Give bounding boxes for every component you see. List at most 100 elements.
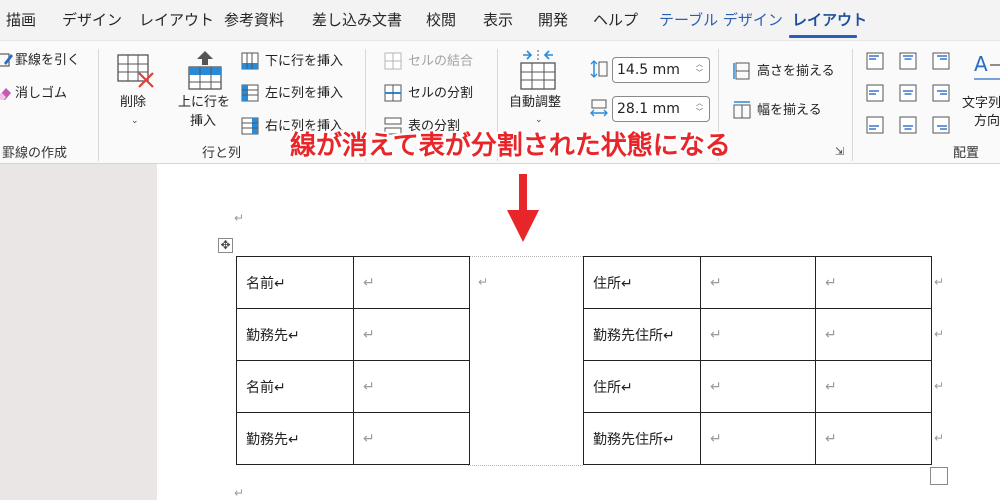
insert-below-button[interactable]: 下に行を挿入 [265, 53, 343, 71]
table-cell[interactable]: ↵ [815, 412, 932, 465]
dialog-launcher-icon[interactable]: ⇲ [835, 145, 844, 158]
table-cell[interactable]: 勤務先↵ [236, 412, 354, 465]
text-direction-line2[interactable]: 方向 [974, 113, 1000, 131]
autofit-button[interactable]: 自動調整 [509, 94, 561, 112]
align-group-label: 配置 [953, 146, 980, 161]
table-cell[interactable]: 住所↵ [583, 256, 701, 309]
insert-above-line1[interactable]: 上に行を [178, 94, 230, 112]
paragraph-mark: ↵ [234, 486, 245, 500]
align-middle-right-icon[interactable] [932, 84, 950, 102]
split-cells-button[interactable]: セルの分割 [408, 85, 473, 103]
align-top-left-icon[interactable] [866, 52, 884, 70]
draw-borders-button[interactable]: 罫線を引く [15, 52, 80, 70]
row-height-input[interactable]: 14.5 mm ︿ ﹀ [612, 57, 710, 83]
table-cell[interactable]: ↵ [700, 308, 816, 361]
align-bottom-center-icon[interactable] [899, 116, 917, 134]
row-height-value: 14.5 mm [617, 62, 680, 78]
tab-references[interactable]: 参考資料 [224, 10, 284, 30]
merge-cells-icon [384, 52, 402, 70]
tab-table-design[interactable]: テーブル デザイン [659, 10, 783, 30]
tab-help[interactable]: ヘルプ [593, 10, 638, 30]
separator [852, 49, 853, 161]
table-row: 勤務先住所↵ ↵ ↵ [583, 308, 932, 361]
split-cells-icon [384, 84, 402, 102]
table-cell[interactable]: 勤務先住所↵ [583, 412, 701, 465]
table-row: 勤務先↵ ↵ [236, 412, 470, 465]
annotation-caption: 線が消えて表が分割された状態になる [290, 131, 731, 161]
align-top-center-icon[interactable] [899, 52, 917, 70]
table-cell[interactable]: 名前↵ [236, 360, 354, 413]
insert-above-icon [188, 51, 222, 90]
insert-left-button[interactable]: 左に列を挿入 [265, 85, 343, 103]
table-cell[interactable]: ↵ [353, 360, 470, 413]
align-bottom-right-icon[interactable] [932, 116, 950, 134]
tab-developer[interactable]: 開発 [538, 10, 568, 30]
table-cell[interactable]: ↵ [700, 256, 816, 309]
table-row: 住所↵ ↵ ↵ [583, 360, 932, 413]
table-right: 住所↵ ↵ ↵ 勤務先住所↵ ↵ ↵ 住所↵ ↵ ↵ 勤務先住所↵ ↵ ↵ [583, 256, 932, 465]
tab-review[interactable]: 校閲 [426, 10, 456, 30]
ribbon-tab-bar: 描画 デザイン レイアウト 参考資料 差し込み文書 校閲 表示 開発 ヘルプ テ… [0, 0, 1000, 40]
table-row: 勤務先住所↵ ↵ ↵ [583, 412, 932, 465]
table-cell[interactable]: ↵ [353, 308, 470, 361]
text-direction-line1[interactable]: 文字列 [962, 95, 1000, 113]
align-middle-left-icon[interactable] [866, 84, 884, 102]
table-cell[interactable]: ↵ [353, 256, 470, 309]
document-margin [0, 164, 157, 500]
spin-arrows-icon[interactable]: ︿ ﹀ [696, 60, 703, 78]
delete-button[interactable]: 削除 [120, 94, 146, 112]
table-cell[interactable]: ↵ [700, 360, 816, 413]
distribute-columns-button[interactable]: 幅を揃える [757, 102, 822, 120]
align-bottom-left-icon[interactable] [866, 116, 884, 134]
table-move-handle-icon[interactable]: ✥ [218, 238, 233, 253]
eraser-icon [0, 88, 11, 100]
table-left: 名前↵ ↵ 勤務先↵ ↵ 名前↵ ↵ 勤務先↵ ↵ [236, 256, 470, 465]
table-cell[interactable]: 勤務先↵ [236, 308, 354, 361]
tab-design[interactable]: デザイン [62, 10, 122, 30]
tab-view[interactable]: 表示 [483, 10, 513, 30]
table-resize-handle[interactable] [930, 467, 948, 485]
chevron-down-icon[interactable]: ⌄ [131, 116, 139, 126]
row-end-mark: ↵ [934, 275, 945, 289]
tab-draw[interactable]: 描画 [6, 10, 36, 30]
chevron-down-icon[interactable]: ⌄ [535, 115, 543, 125]
merge-cells-button[interactable]: セルの結合 [408, 53, 473, 71]
table-cell[interactable]: ↵ [815, 308, 932, 361]
distribute-rows-button[interactable]: 高さを揃える [757, 63, 835, 81]
table-row: 名前↵ ↵ [236, 360, 470, 413]
insert-below-icon [241, 52, 259, 70]
column-width-value: 28.1 mm [617, 101, 680, 117]
separator [98, 49, 99, 161]
draw-group-label: 罫線の作成 [2, 146, 68, 161]
text-direction-icon: A [974, 52, 1000, 80]
insert-left-icon [241, 84, 259, 102]
insert-above-line2[interactable]: 挿入 [190, 113, 216, 131]
table-cell[interactable]: 名前↵ [236, 256, 354, 309]
spin-arrows-icon[interactable]: ︿ ﹀ [696, 99, 703, 117]
tab-mailings[interactable]: 差し込み文書 [312, 10, 402, 30]
table-row: 住所↵ ↵ ↵ [583, 256, 932, 309]
table-cell[interactable]: ↵ [815, 256, 932, 309]
table-cell[interactable]: 勤務先住所↵ [583, 308, 701, 361]
active-tab-indicator [789, 35, 857, 38]
distribute-columns-icon [733, 101, 751, 119]
table-cell[interactable]: ↵ [353, 412, 470, 465]
split-gap-paragraph [468, 256, 583, 466]
eraser-button[interactable]: 消しゴム [15, 85, 67, 103]
tab-layout[interactable]: レイアウト [139, 10, 214, 30]
pencil-icon [0, 53, 13, 67]
rows-cols-group-label: 行と列 [202, 146, 242, 161]
align-top-right-icon[interactable] [932, 52, 950, 70]
column-width-input[interactable]: 28.1 mm ︿ ﹀ [612, 96, 710, 122]
row-height-icon [590, 60, 608, 78]
paragraph-mark: ↵ [234, 211, 245, 225]
table-row: 勤務先↵ ↵ [236, 308, 470, 361]
autofit-icon [520, 50, 556, 90]
down-arrow-icon [507, 174, 539, 242]
table-cell[interactable]: ↵ [815, 360, 932, 413]
table-cell[interactable]: ↵ [700, 412, 816, 465]
table-row: 名前↵ ↵ [236, 256, 470, 309]
align-middle-center-icon[interactable] [899, 84, 917, 102]
tab-table-layout[interactable]: レイアウト [792, 10, 867, 30]
table-cell[interactable]: 住所↵ [583, 360, 701, 413]
